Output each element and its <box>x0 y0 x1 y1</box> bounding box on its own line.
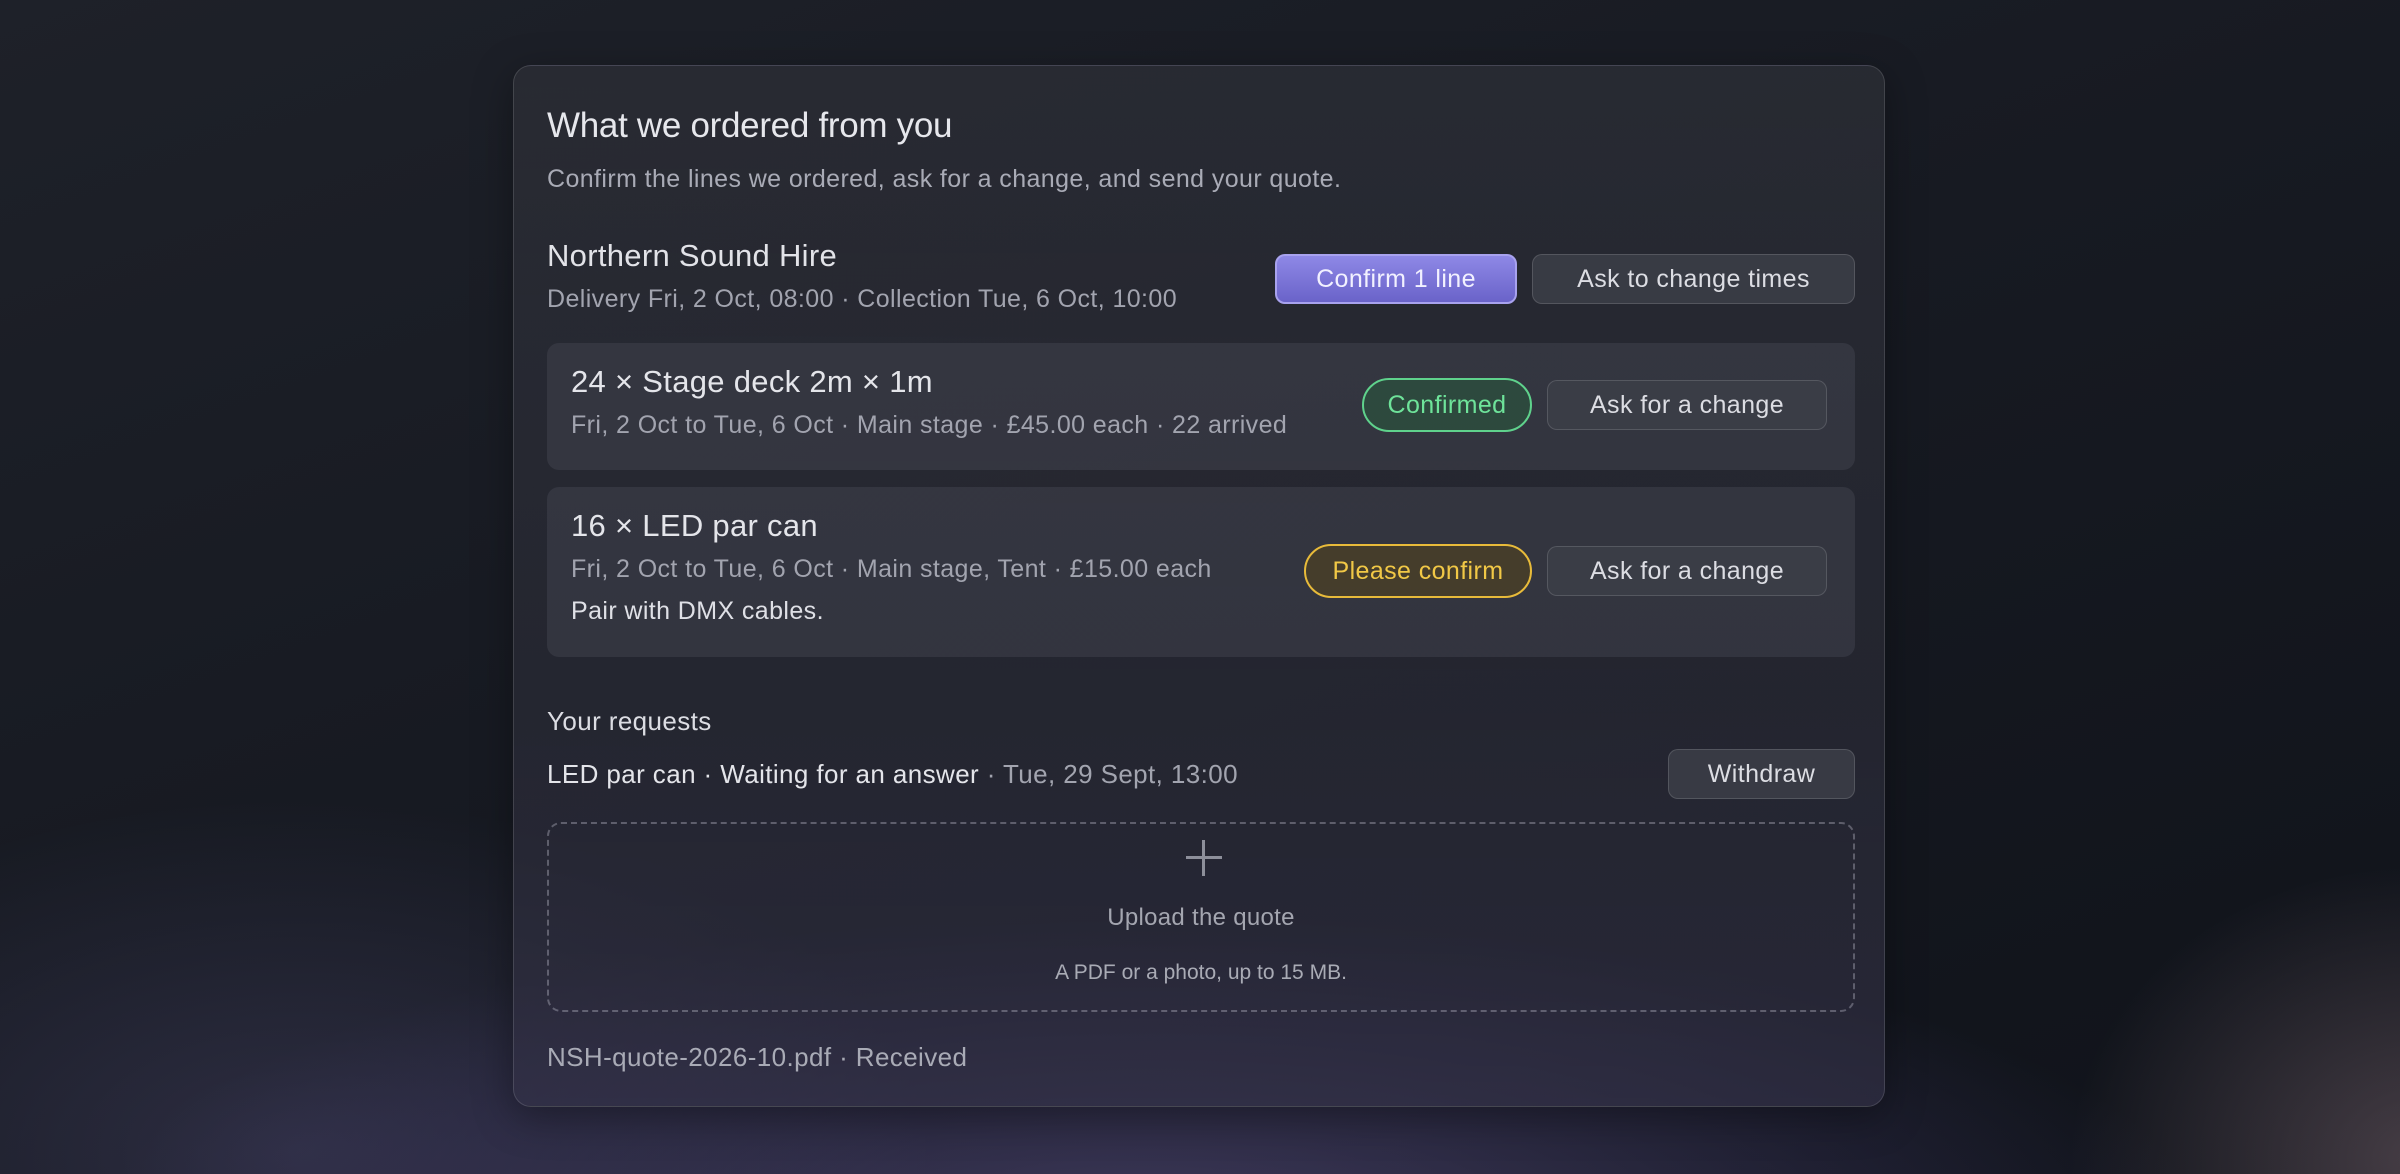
supplier-schedule: Delivery Fri, 2 Oct, 08:00 · Collection … <box>547 285 1178 313</box>
order-line: 24 × Stage deck 2m × 1m Fri, 2 Oct to Tu… <box>547 343 1855 470</box>
requests-heading: Your requests <box>547 706 712 736</box>
ask-change-button[interactable]: Ask for a change <box>1547 380 1827 430</box>
request-text: LED par can · Waiting for an answer <box>547 759 980 789</box>
request-time: · Tue, 29 Sept, 13:00 <box>979 759 1238 789</box>
change-times-button[interactable]: Ask to change times <box>1532 254 1855 304</box>
line-meta: Fri, 2 Oct to Tue, 6 Oct · Main stage · … <box>571 411 1288 439</box>
withdraw-button[interactable]: Withdraw <box>1668 749 1855 799</box>
line-title: 24 × Stage deck 2m × 1m <box>571 364 933 399</box>
upload-hint: A PDF or a photo, up to 15 MB. <box>1055 961 1347 984</box>
order-card: What we ordered from you Confirm the lin… <box>513 65 1885 1107</box>
line-title: 16 × LED par can <box>571 508 818 543</box>
confirm-lines-button[interactable]: Confirm 1 line <box>1275 254 1517 304</box>
status-badge-confirmed: Confirmed <box>1362 378 1532 432</box>
plus-icon <box>1184 838 1224 878</box>
supplier-name: Northern Sound Hire <box>547 238 838 273</box>
order-line: 16 × LED par can Fri, 2 Oct to Tue, 6 Oc… <box>547 487 1855 657</box>
ask-change-button[interactable]: Ask for a change <box>1547 546 1827 596</box>
upload-title: Upload the quote <box>1107 904 1295 931</box>
please-confirm-button[interactable]: Please confirm <box>1304 544 1532 598</box>
upload-dropzone[interactable]: Upload the quote A PDF or a photo, up to… <box>547 822 1855 1012</box>
page-title: What we ordered from you <box>547 106 953 145</box>
line-meta: Fri, 2 Oct to Tue, 6 Oct · Main stage, T… <box>571 555 1212 583</box>
line-note: Pair with DMX cables. <box>571 597 824 625</box>
uploaded-file-status: NSH-quote-2026-10.pdf · Received <box>547 1042 968 1072</box>
page-subtitle: Confirm the lines we ordered, ask for a … <box>547 165 1342 193</box>
request-item: LED par can · Waiting for an answer · Tu… <box>547 759 1238 790</box>
